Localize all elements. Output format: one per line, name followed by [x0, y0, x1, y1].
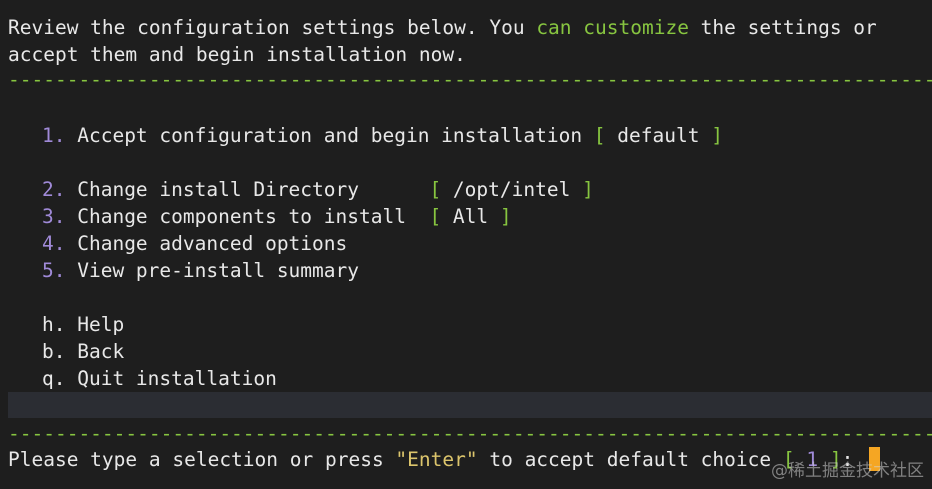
prompt-text-b: to accept default choice	[477, 448, 783, 471]
menu-item-label: Change advanced options	[77, 232, 348, 255]
bracket-close: ]	[582, 178, 594, 201]
intro-text-a: Review the configuration settings below.…	[8, 16, 537, 39]
prompt-line[interactable]: Please type a selection or press "Enter"…	[8, 446, 881, 473]
bracket-close: ]	[499, 205, 512, 228]
menu-item-number: 2.	[42, 178, 66, 201]
menu-item-key: b.	[42, 340, 66, 363]
menu-item-label: Help	[77, 313, 125, 336]
menu-item-key: q.	[42, 367, 66, 390]
menu-item-label: Change install Directory	[77, 178, 430, 201]
bracket-open: [	[593, 124, 606, 147]
menu-item-summary[interactable]: 5. View pre-install summary	[42, 257, 359, 284]
enter-key-label: "Enter"	[395, 448, 478, 471]
bracket-open: [	[429, 205, 442, 228]
intro-highlight: can customize	[536, 16, 689, 39]
menu-item-number: 4.	[42, 232, 66, 255]
menu-item-advanced-options[interactable]: 4. Change advanced options	[42, 230, 347, 257]
terminal-window: Review the configuration settings below.…	[0, 0, 932, 489]
menu-item-value: /opt/intel	[441, 178, 583, 201]
watermark: @稀土掘金技术社区	[771, 461, 924, 481]
separator-top: ----------------------------------------…	[8, 68, 932, 91]
menu-item-label: Accept configuration and begin installat…	[77, 124, 594, 147]
menu-item-accept[interactable]: 1. Accept configuration and begin instal…	[42, 122, 723, 149]
menu-item-back[interactable]: b. Back	[42, 338, 124, 365]
menu-item-value: All	[441, 205, 500, 228]
prompt-text-a: Please type a selection or press	[8, 448, 396, 471]
menu-item-label: View pre-install summary	[77, 259, 359, 282]
menu-item-label: Quit installation	[77, 367, 277, 390]
menu-item-value: default	[605, 124, 712, 147]
bracket-open: [	[429, 178, 442, 201]
menu-item-label: Back	[77, 340, 125, 363]
menu-item-number: 3.	[42, 205, 66, 228]
current-line-highlight	[8, 392, 932, 418]
menu-item-number: 5.	[42, 259, 66, 282]
separator-bottom: ----------------------------------------…	[8, 422, 932, 445]
menu-item-number: 1.	[42, 124, 66, 147]
intro-line-2: accept them and begin installation now.	[8, 43, 466, 66]
menu-item-components[interactable]: 3. Change components to install [ All ]	[42, 203, 512, 230]
intro-text-c: the settings or	[688, 16, 877, 39]
menu-item-quit[interactable]: q. Quit installation	[42, 365, 277, 392]
menu-item-label: Change components to install	[77, 205, 430, 228]
menu-item-help[interactable]: h. Help	[42, 311, 124, 338]
menu-item-install-directory[interactable]: 2. Change install Directory [ /opt/intel…	[42, 176, 594, 203]
menu-item-key: h.	[42, 313, 66, 336]
intro-line-1: Review the configuration settings below.…	[8, 14, 877, 41]
bracket-close: ]	[711, 124, 723, 147]
